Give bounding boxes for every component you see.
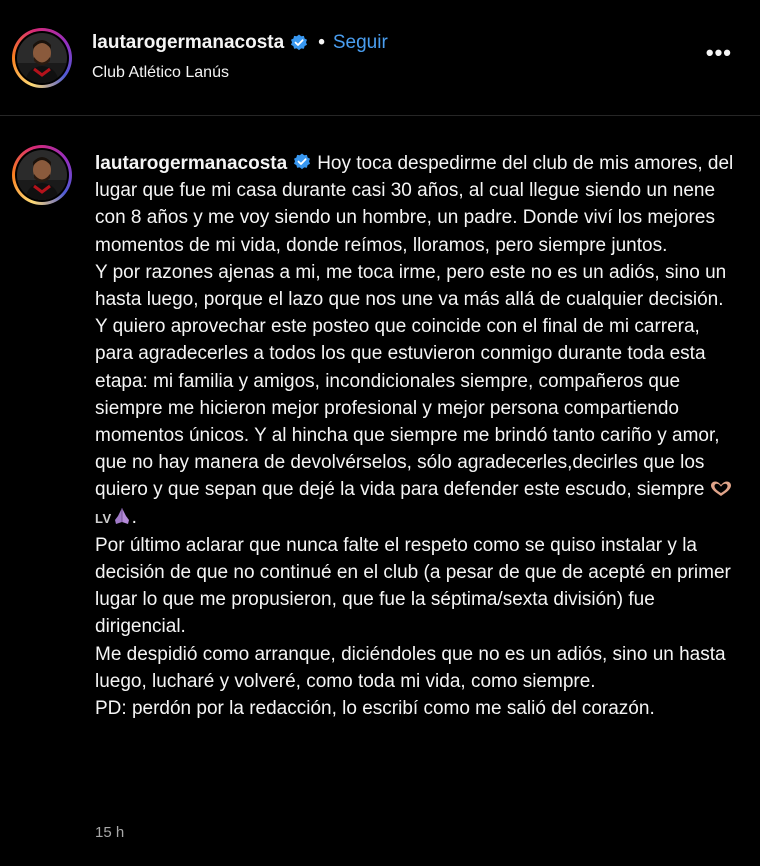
caption-avatar-border [15, 148, 69, 202]
caption-paragraph-5: Me despidió como arranque, diciéndoles q… [95, 643, 726, 692]
caption-avatar-image [17, 150, 67, 200]
lv-text: LV [95, 510, 112, 526]
avatar-border [15, 31, 69, 85]
praying-hands-emoji-icon [112, 506, 132, 526]
avatar-image [17, 33, 67, 83]
post-header: lautarogermanacosta • Seguir Club Atléti… [0, 0, 760, 116]
caption-paragraph-2: Y por razones ajenas a mi, me toca irme,… [95, 261, 727, 311]
location-link[interactable]: Club Atlético Lanús [92, 64, 229, 82]
avatar[interactable] [12, 28, 72, 88]
heart-hands-emoji-icon [710, 478, 732, 497]
caption-avatar[interactable] [12, 145, 72, 205]
more-options-icon[interactable]: ••• [706, 42, 732, 64]
header-username-row: lautarogermanacosta • Seguir [92, 32, 388, 54]
header-username[interactable]: lautarogermanacosta [92, 32, 284, 54]
caption-period: . [131, 506, 137, 528]
separator-dot: • [318, 32, 325, 53]
post-timestamp[interactable]: 15 h [95, 824, 124, 841]
verified-badge-icon [290, 34, 308, 52]
caption-paragraph-4: Por último aclarar que nunca falte el re… [95, 534, 731, 638]
caption-paragraph-1: lautarogermanacosta Hoy toca despedirme d… [95, 150, 735, 259]
caption-paragraph-6: PD: perdón por la redacción, lo escribí … [95, 698, 655, 720]
caption-paragraph-3: Y quiero aprovechar este posteo que coin… [95, 313, 735, 532]
follow-button[interactable]: Seguir [333, 32, 388, 54]
caption-text: lautarogermanacosta Hoy toca despedirme d… [95, 150, 735, 722]
caption-text-3: Y quiero aprovechar este posteo que coin… [95, 316, 720, 501]
verified-badge-icon [293, 152, 311, 170]
caption-username[interactable]: lautarogermanacosta [95, 153, 287, 174]
